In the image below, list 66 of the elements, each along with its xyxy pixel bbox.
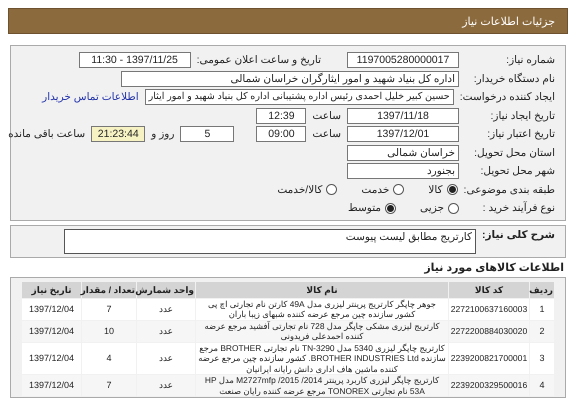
table-cell: 3 xyxy=(530,342,554,374)
column-header: کد کالا xyxy=(449,282,529,298)
contact-link[interactable]: اطلاعات تماس خریدار xyxy=(42,91,139,104)
table-cell: 10 xyxy=(82,320,136,342)
field-label: شماره نیاز: xyxy=(505,54,556,66)
page-title: جزئیات اطلاعات نیاز xyxy=(462,14,555,28)
table-cell: کارتریج چاپگر لیزری کاربرد پرینتر 2014/ 2015/ M2727mfp مدل HP 53A نام تجارتی TONOREX مرجع عرضه کننده رایان صنعت xyxy=(196,375,448,396)
value-field: بجنورد xyxy=(347,163,459,180)
column-header: تعداد / مقدار xyxy=(82,282,136,298)
value-field: 1397/11/18 xyxy=(347,108,459,124)
column-header: نام کالا xyxy=(196,282,448,298)
table-cell: کارتریج چاپگر لیزری 5340 مدل TN-3290 نام تجارتی BROTHER مرجع سازنده BROTHER INDUSTRIES Ltd. کشور سازنده چین مرجع عرضه کننده ماشین هاف اداری دانش رایانه ایرانیان xyxy=(196,342,448,374)
table-cell: 1397/12/04 xyxy=(22,375,81,396)
table-cell: 4 xyxy=(82,342,136,374)
column-header: واحد شمارش xyxy=(137,282,195,298)
radio-option[interactable]: متوسط xyxy=(348,202,396,214)
value-field: 1397/12/01 xyxy=(347,126,459,142)
field-label: ساعت xyxy=(312,128,341,140)
field-label: شهر محل تحویل: xyxy=(479,165,556,178)
radio-option[interactable]: جزیی xyxy=(420,202,459,214)
column-header: تاریخ نیاز xyxy=(22,282,81,298)
table-cell: 1397/12/04 xyxy=(22,320,81,342)
value-field: خراسان شمالی xyxy=(347,144,459,161)
field-label: ایجاد کننده درخواست: xyxy=(460,91,556,104)
table-cell: عدد xyxy=(137,342,195,374)
table-cell: 2272100637160003 xyxy=(449,298,529,320)
field-label: استان محل تحویل: xyxy=(473,146,556,159)
table-cell: 2239200821700001 xyxy=(449,342,529,374)
radio-option[interactable]: کالا/خدمت xyxy=(277,184,338,196)
table-cell: 2 xyxy=(530,320,554,342)
field-label: ساعت xyxy=(312,110,341,122)
radio-option[interactable]: خدمت xyxy=(361,184,404,196)
field-label: طبقه بندی موضوعی: xyxy=(464,184,556,196)
value-field: 5 xyxy=(180,126,234,142)
table-cell: کارتریج لیزری مشکی چاپگر مدل 728 نام تجارتی آفشید مرجع عرضه کننده احمدعلی فریدونی xyxy=(196,320,448,342)
field-label: روز و xyxy=(151,128,174,140)
table-cell: 1 xyxy=(530,298,554,320)
field-label: تاریخ و ساعت اعلان عمومی: xyxy=(196,54,321,66)
table-cell: 4 xyxy=(530,375,554,396)
table-cell: 1397/12/04 xyxy=(22,298,81,320)
value-field: 12:39 xyxy=(256,108,306,124)
value-field: 1397/11/25 - 11:30 xyxy=(78,52,191,68)
table-cell: 2239200329500016 xyxy=(449,375,529,396)
field-label: شرح کلی نیاز: xyxy=(482,228,556,240)
table-cell: 7 xyxy=(82,298,136,320)
radio-option[interactable]: کالا xyxy=(428,184,458,196)
field-label: نام دستگاه خریدار: xyxy=(472,72,556,85)
value-field: 09:00 xyxy=(256,126,306,142)
table-cell: 2272200884030020 xyxy=(449,320,529,342)
field-label: نوع فرآیند خرید : xyxy=(482,202,556,214)
column-header: ردیف xyxy=(530,282,554,298)
table-cell: جوهر چاپگر کارتریج پرینتر لیزری مدل 49A کارتن نام تجارتی اچ پی کشور سازنده چین مرجع عرضه کننده شبهای زیبا باران xyxy=(196,298,448,320)
section-title: اطلاعات کالاهای مورد نیاز xyxy=(424,260,564,274)
value-field: 21:23:44 xyxy=(91,126,146,142)
table-cell: عدد xyxy=(137,320,195,342)
field-label: تاریخ اعتبار نیاز: xyxy=(486,128,556,140)
value-field: 1197005280000017 xyxy=(347,52,459,68)
value-field: اداره کل بنیاد شهید و امور ایثارگران خراسان شمالی xyxy=(121,70,459,87)
field-label: تاریخ ایجاد نیاز: xyxy=(490,110,556,122)
description-field: کارتریج مطابق لیست پیوست xyxy=(64,228,476,254)
field-label: ساعت باقی مانده xyxy=(8,128,86,140)
value-field: حسین کبیر خلیل احمدی رئیس اداره پشتیبانی اداره کل بنیاد شهید و امور ایثار xyxy=(144,89,454,106)
table-cell: عدد xyxy=(137,298,195,320)
table-cell: 1397/12/04 xyxy=(22,342,81,374)
table-cell: 7 xyxy=(82,375,136,396)
table-cell: عدد xyxy=(137,375,195,396)
